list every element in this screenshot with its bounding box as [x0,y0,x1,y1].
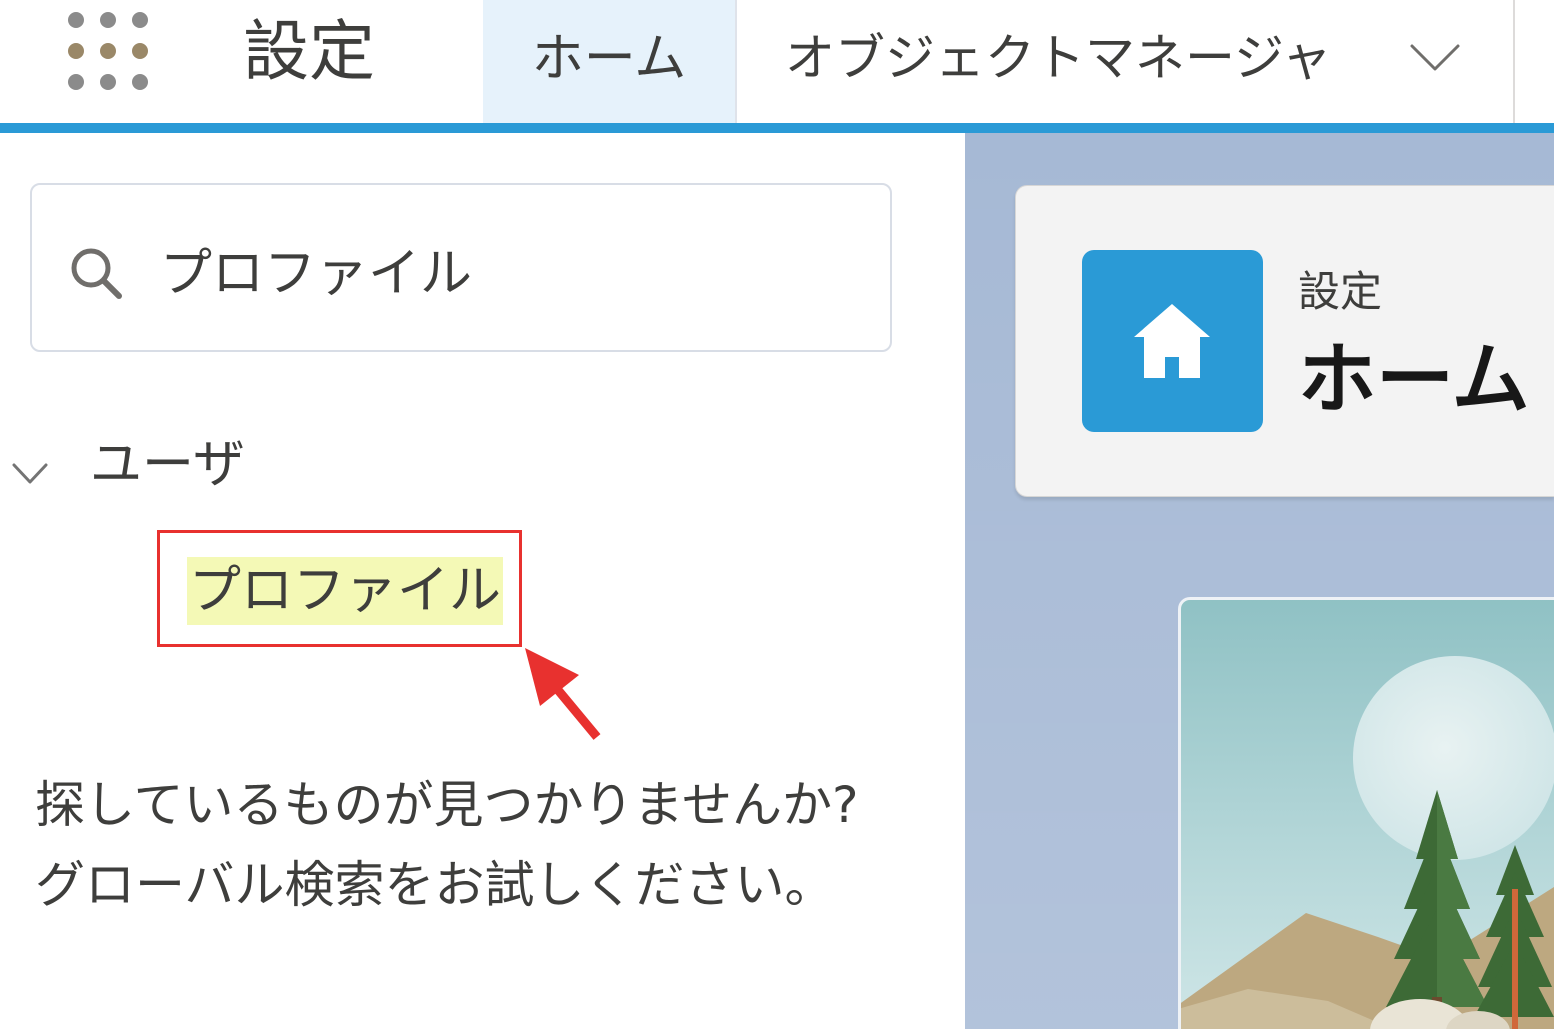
arrow-head [525,648,579,706]
chevron-down-icon[interactable] [1408,40,1462,74]
app-launcher-icon[interactable] [68,12,148,90]
house-shape [1134,304,1210,378]
quick-find-box[interactable] [30,183,892,352]
page-header-card: 設定 ホーム [1015,185,1554,497]
not-found-line-1: 探しているものが見つかりませんか? [35,776,859,834]
tab-object-manager-label: オブジェクトマネージャ [785,28,1332,87]
chevron-down-icon[interactable] [10,460,50,488]
chevron-stroke [12,463,48,484]
launcher-dot [132,74,148,90]
launcher-dot [68,43,84,59]
tree-toggle-svg [12,463,48,484]
search-icon-handle [101,278,122,299]
home-glyph [1132,301,1212,381]
launcher-dot [100,74,116,90]
page-header-eyebrow: 設定 [1298,267,1383,316]
setup-app: 設定 ホーム オブジェクトマネージャ プロファイル ユーザ プロファイル 探して… [0,0,1554,1029]
moon [1353,656,1554,860]
setup-sidebar: ユーザ プロファイル 探しているものが見つかりませんか? グローバル検索をお試し… [0,133,965,1029]
tab-home-label: ホーム [531,29,687,89]
launcher-dot [100,43,116,59]
illustration-card [1178,597,1554,1029]
arrow-shaft [554,687,601,740]
setup-home-workspace: 設定 ホーム [965,133,1554,1029]
launcher-dot [100,12,116,28]
chevron-down-icon-svg [1410,44,1460,71]
tree-trunk [1512,889,1518,1029]
quick-find-input[interactable] [160,232,860,304]
page-title: ホーム [1298,335,1530,425]
global-header: 設定 ホーム オブジェクトマネージャ [0,0,1554,133]
launcher-dot [68,12,84,28]
tab-object-manager[interactable]: オブジェクトマネージャ [737,0,1515,123]
home-icon-svg [1134,304,1210,378]
launcher-dot [68,74,84,90]
home-icon [1082,250,1263,432]
launcher-dot [132,43,148,59]
not-found-line-2: グローバル検索をお試しください。 [35,856,835,914]
launcher-dot [132,12,148,28]
chevron-stroke [1410,44,1460,71]
annotation-arrow-icon [510,640,610,750]
illustration-art [1181,600,1554,1029]
tree-node-users[interactable]: ユーザ [90,433,245,497]
tab-home[interactable]: ホーム [483,0,737,123]
search-icon [68,245,124,301]
app-title: 設定 [243,13,375,90]
search-icon-svg [71,248,122,299]
not-found-message: 探しているものが見つかりませんか? グローバル検索をお試しください。 [35,765,859,925]
tree-item-profiles[interactable]: プロファイル [187,557,504,625]
annotation-arrow-svg [525,648,601,740]
